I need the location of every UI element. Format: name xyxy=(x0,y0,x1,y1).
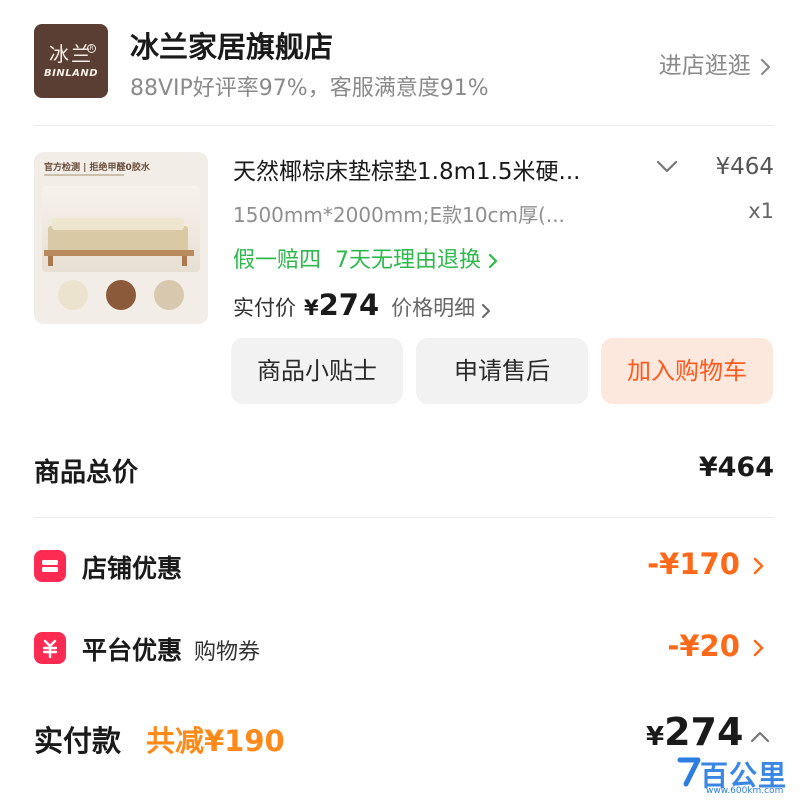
image-decor xyxy=(44,174,124,176)
platform-discount-label: 平台优惠 购物券 xyxy=(82,631,260,667)
image-mattress-top xyxy=(52,218,184,230)
guarantee-return: 7天无理由退换 xyxy=(335,248,482,273)
chevron-right-icon xyxy=(482,303,491,318)
paid-price-currency: ¥ xyxy=(304,296,319,320)
shop-discount-label: 店铺优惠 xyxy=(82,554,183,583)
divider xyxy=(34,517,774,518)
registered-mark-icon: R xyxy=(87,44,96,53)
image-bed-leg xyxy=(182,256,187,266)
product-title[interactable]: 天然椰棕床垫棕垫1.8m1.5米硬... xyxy=(233,152,633,186)
product-spec: 1500mm*2000mm;E款10cm厚(... xyxy=(233,203,565,227)
guarantee-fake-compensation: 假一赔四 xyxy=(233,248,322,273)
chevron-right-icon xyxy=(753,639,764,657)
chevron-up-icon[interactable] xyxy=(748,728,772,746)
watermark-url: www.600km.com xyxy=(706,786,784,796)
paid-price-row[interactable]: 实付价 ¥274 价格明细 xyxy=(233,288,494,322)
chevron-right-icon xyxy=(760,58,771,75)
divider xyxy=(34,125,774,126)
image-bed-leg xyxy=(48,256,53,266)
platform-coupon-icon xyxy=(34,632,66,664)
logo-text-en: BINLAND xyxy=(44,68,98,79)
logo-text-cn: 冰兰 xyxy=(49,42,93,66)
shop-coupon-icon xyxy=(34,550,66,582)
store-name[interactable]: 冰兰家居旗舰店 xyxy=(130,24,333,66)
store-logo[interactable]: 冰兰 R BINLAND xyxy=(34,24,108,98)
platform-discount-row[interactable]: -¥20 xyxy=(667,629,768,663)
image-material-swatches xyxy=(44,280,198,310)
paid-total-label: 实付款 xyxy=(34,724,122,758)
store-rating: 88VIP好评率97%，客服满意度91% xyxy=(130,76,489,101)
service-guarantees[interactable]: 假一赔四 7天无理由退换 xyxy=(233,242,501,274)
image-bed-frame xyxy=(44,250,194,256)
price-detail-link[interactable]: 价格明细 xyxy=(391,296,475,320)
chevron-right-icon xyxy=(753,557,764,575)
after-sale-button[interactable]: 申请售后 xyxy=(416,338,588,404)
swatch-bed xyxy=(154,280,184,310)
store-header[interactable]: 冰兰 R BINLAND 冰兰家居旗舰店 88VIP好评率97%，客服满意度91… xyxy=(34,22,774,104)
paid-total-currency: ¥ xyxy=(646,722,665,752)
visit-store-link[interactable]: 进店逛逛 xyxy=(659,46,774,80)
product-image[interactable]: 官方检测 | 拒绝甲醛0胶水 xyxy=(34,152,208,324)
image-caption: 官方检测 | 拒绝甲醛0胶水 xyxy=(44,163,150,173)
add-to-cart-button[interactable]: 加入购物车 xyxy=(601,338,773,404)
product-price: ¥464 xyxy=(715,154,774,180)
total-price-label: 商品总价 xyxy=(34,458,139,488)
shop-discount-value: -¥170 xyxy=(647,547,740,581)
product-quantity: x1 xyxy=(748,199,774,223)
visit-store-label: 进店逛逛 xyxy=(658,53,751,79)
shop-discount-row[interactable]: -¥170 xyxy=(647,547,768,581)
platform-discount-value: -¥20 xyxy=(667,629,740,663)
total-saved: 共减¥190 xyxy=(146,724,285,758)
platform-discount-title: 平台优惠 xyxy=(82,636,183,665)
platform-discount-sub: 购物券 xyxy=(194,640,261,665)
product-tips-button[interactable]: 商品小贴士 xyxy=(231,338,403,404)
swatch-latex xyxy=(58,280,88,310)
swatch-coir xyxy=(106,280,136,310)
paid-total-amount: ¥274 xyxy=(646,710,743,754)
paid-price-label: 实付价 xyxy=(233,296,296,320)
watermark-logo: 百公里 www.600km.com xyxy=(676,752,804,798)
paid-price-amount: 274 xyxy=(318,288,380,322)
paid-total-value: 274 xyxy=(664,710,744,754)
total-price-value: ¥464 xyxy=(698,452,774,483)
chevron-right-icon xyxy=(488,253,498,269)
chevron-down-icon[interactable] xyxy=(654,158,680,176)
